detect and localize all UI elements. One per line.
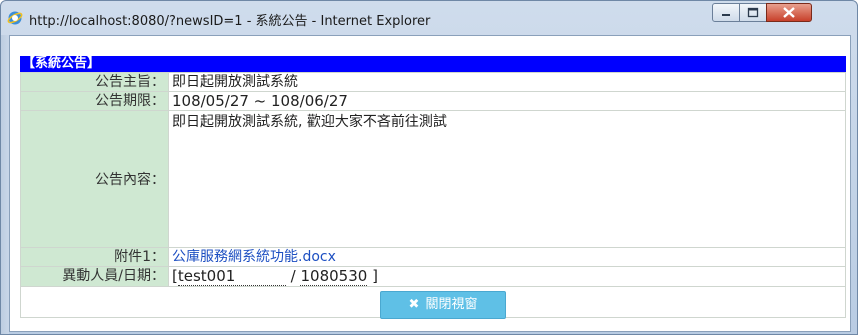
close-window-button[interactable] [766, 3, 812, 22]
content-label: 公告內容： [20, 110, 169, 248]
notice-header: 【系統公告】 [20, 56, 846, 72]
close-window-page-button[interactable]: ✖ 關閉視窗 [380, 291, 506, 319]
content-value: 即日起開放測試系統, 歡迎大家不吝前往測試 [168, 110, 846, 248]
close-icon [783, 7, 795, 18]
close-x-icon: ✖ [408, 297, 420, 312]
minimize-button[interactable] [712, 3, 740, 22]
window-titlebar[interactable]: http://localhost:8080/?newsID=1 - 系統公告 -… [1, 1, 857, 35]
modifier-user: test001 [177, 267, 286, 286]
attachment-label: 附件1： [20, 247, 169, 267]
table-row: 公告主旨： 即日起開放測試系統 [20, 72, 846, 92]
browser-window: http://localhost:8080/?newsID=1 - 系統公告 -… [0, 0, 858, 335]
modifier-date: 1080530 [300, 267, 368, 286]
subject-label: 公告主旨： [20, 72, 169, 92]
table-row: 公告期限： 108/05/27 ~ 108/06/27 [20, 91, 846, 111]
internet-explorer-icon [7, 11, 23, 25]
subject-value: 即日起開放測試系統 [168, 72, 846, 92]
minimize-icon [722, 14, 730, 16]
maximize-button[interactable] [739, 3, 767, 22]
table-row: 附件1： 公庫服務網系統功能.docx [20, 247, 846, 267]
window-title: http://localhost:8080/?newsID=1 - 系統公告 -… [29, 14, 431, 29]
period-label: 公告期限： [20, 91, 169, 111]
button-cell: ✖ 關閉視窗 [20, 286, 846, 319]
modifier-close-bracket: ] [372, 267, 378, 285]
notice-panel: 【系統公告】 公告主旨： 即日起開放測試系統 公告期限： 108/05/27 ~… [20, 56, 846, 319]
table-row: 異動人員/日期： [test001 / 1080530 ] [20, 266, 846, 287]
attachment-link[interactable]: 公庫服務網系統功能.docx [172, 249, 336, 265]
page-content: 【系統公告】 公告主旨： 即日起開放測試系統 公告期限： 108/05/27 ~… [9, 35, 851, 332]
modifier-value: [test001 / 1080530 ] [168, 266, 846, 287]
maximize-icon [747, 7, 759, 18]
notice-table: 公告主旨： 即日起開放測試系統 公告期限： 108/05/27 ~ 108/06… [20, 72, 846, 319]
table-row: 公告內容： 即日起開放測試系統, 歡迎大家不吝前往測試 [20, 110, 846, 248]
modifier-label: 異動人員/日期： [20, 266, 169, 287]
close-button-label: 關閉視窗 [425, 297, 478, 312]
table-row: ✖ 關閉視窗 [20, 286, 846, 319]
period-value: 108/05/27 ~ 108/06/27 [168, 91, 846, 111]
window-left-border [1, 35, 9, 334]
modifier-separator: / [290, 267, 296, 285]
